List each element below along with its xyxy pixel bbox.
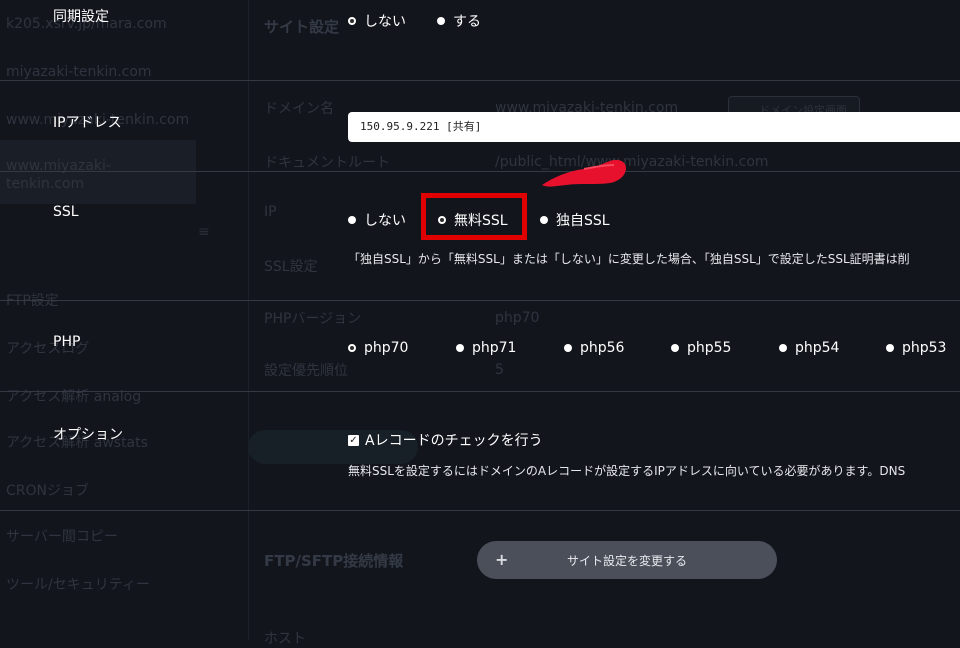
checkbox-label: Aレコードのチェックを行う — [365, 433, 543, 449]
php-label: PHP — [53, 334, 81, 350]
radio-label: しない — [364, 14, 406, 30]
option-label: オプション — [53, 427, 123, 443]
radio-icon — [540, 216, 548, 224]
bg-label: ドメイン名 — [264, 101, 334, 117]
bg-ftp-heading: FTP/SFTP接続情報 — [264, 552, 404, 570]
change-site-settings-button[interactable]: + サイト設定を変更する — [477, 541, 777, 579]
php-radio-php53[interactable]: php53 — [886, 340, 946, 356]
radio-label: php70 — [364, 340, 409, 356]
sidebar-item: サーバー間コピー — [6, 529, 118, 545]
php-radio-php71[interactable]: php71 — [456, 340, 516, 356]
pointing-hand-icon — [542, 159, 626, 187]
ssl-note: 「独自SSL」から「無料SSL」または「しない」に変更した場合、「独自SSL」で… — [348, 252, 910, 266]
ssl-radio-custom[interactable]: 独自SSL — [540, 210, 610, 230]
radio-label: する — [453, 14, 481, 30]
ip-label: IPアドレス — [53, 115, 122, 131]
radio-checked-icon — [348, 17, 356, 25]
radio-icon — [886, 344, 894, 352]
bg-label: IP — [264, 204, 277, 220]
sync-radio-off[interactable]: しない — [348, 11, 406, 31]
row-divider — [0, 80, 960, 81]
radio-label: php71 — [472, 340, 517, 356]
bg-heading: サイト設定 — [264, 18, 340, 36]
radio-icon — [456, 344, 464, 352]
php-radio-php70[interactable]: php70 — [348, 340, 408, 356]
a-record-checkbox[interactable]: ✓ Aレコードのチェックを行う — [348, 430, 543, 450]
ssl-label: SSL — [53, 204, 79, 220]
bg-host-label: ホスト — [264, 631, 306, 647]
submit-label: サイト設定を変更する — [566, 553, 687, 568]
bg-label: PHPバージョン — [264, 311, 362, 327]
sidebar-divider — [248, 0, 249, 640]
radio-label: 独自SSL — [556, 213, 610, 229]
radio-icon — [437, 17, 445, 25]
row-divider — [0, 391, 960, 392]
option-note: 無料SSLを設定するにはドメインのAレコードが設定するIPアドレスに向いている必… — [348, 464, 906, 478]
highlight-box — [421, 193, 527, 240]
row-divider — [0, 171, 960, 172]
sidebar-item: miyazaki-tenkin.com — [6, 64, 152, 80]
radio-icon — [348, 216, 356, 224]
row-divider — [0, 300, 960, 301]
sidebar-item: ツール/セキュリティー — [6, 577, 150, 593]
radio-label: php53 — [902, 340, 947, 356]
radio-label: php54 — [795, 340, 840, 356]
radio-icon — [671, 344, 679, 352]
bg-value: php70 — [495, 310, 540, 326]
radio-icon — [779, 344, 787, 352]
sidebar-item: CRONジョブ — [6, 483, 89, 499]
radio-label: php55 — [687, 340, 732, 356]
checkbox-checked-icon: ✓ — [348, 434, 359, 446]
sync-label: 同期設定 — [53, 9, 109, 25]
bg-label: SSL設定 — [264, 259, 318, 275]
radio-label: しない — [364, 213, 406, 229]
radio-icon — [564, 344, 572, 352]
sidebar-item: アクセス解析 analog — [6, 389, 142, 405]
bg-label: ドキュメントルート — [264, 155, 390, 171]
ssl-radio-none[interactable]: しない — [348, 210, 406, 230]
background-page: k205.xsrv.jp/mara.com miyazaki-tenkin.co… — [0, 0, 960, 647]
bg-label: 設定優先順位 — [264, 363, 348, 379]
row-divider — [0, 510, 960, 511]
ip-address-select[interactable]: 150.95.9.221 [共有] — [348, 112, 960, 142]
radio-checked-icon — [348, 344, 356, 352]
php-radio-php56[interactable]: php56 — [564, 340, 624, 356]
sync-radio-on[interactable]: する — [437, 11, 481, 31]
plus-icon: + — [495, 550, 509, 569]
bg-value: 5 — [495, 362, 504, 378]
php-radio-php54[interactable]: php54 — [779, 340, 839, 356]
sidebar-item: tenkin.com — [6, 176, 85, 192]
bg-value: /public_html/www.miyazaki-tenkin.com — [495, 154, 769, 170]
menu-icon: ≡ — [198, 224, 210, 240]
radio-label: php56 — [580, 340, 625, 356]
php-radio-php55[interactable]: php55 — [671, 340, 731, 356]
